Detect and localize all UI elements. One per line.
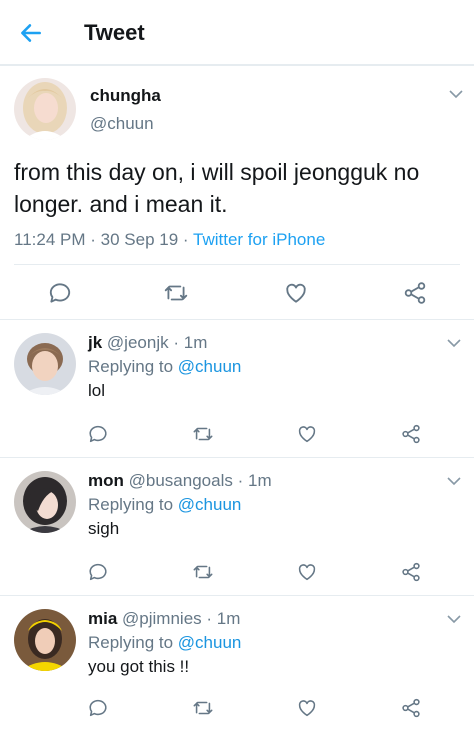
replying-to: Replying to @chuun	[88, 633, 241, 653]
avatar[interactable]	[14, 609, 76, 671]
chevron-down-icon[interactable]	[446, 475, 462, 487]
arrow-left-icon[interactable]	[18, 20, 44, 46]
retweet-icon[interactable]	[192, 423, 214, 445]
reply-icon[interactable]	[87, 561, 109, 583]
mention-link[interactable]: @chuun	[178, 495, 242, 514]
reply-tweet[interactable]: jk @jeonjk · 1m Replying to @chuun lol	[0, 321, 474, 458]
like-icon[interactable]	[296, 697, 318, 719]
share-icon[interactable]	[400, 561, 422, 583]
reply-icon[interactable]	[87, 697, 109, 719]
reply-handle[interactable]: @busangoals	[129, 471, 233, 490]
author-handle[interactable]: @chuun	[90, 114, 154, 134]
reply-handle[interactable]: @pjimnies	[122, 609, 202, 628]
tweet-actions	[0, 280, 474, 310]
reply-tweet[interactable]: mon @busangoals · 1m Replying to @chuun …	[0, 459, 474, 596]
tweet-time: 11:24 PM	[14, 230, 86, 249]
chevron-down-icon[interactable]	[448, 88, 464, 100]
retweet-icon[interactable]	[163, 280, 189, 306]
tweet-actions	[0, 423, 474, 453]
top-bar: Tweet	[0, 0, 474, 66]
share-icon[interactable]	[402, 280, 428, 306]
reply-text: lol	[88, 381, 106, 400]
tweet-actions	[0, 561, 474, 591]
replying-to: Replying to @chuun	[88, 357, 241, 377]
replying-to-label: Replying to	[88, 357, 174, 376]
tweet-text: from this day on, i will spoil jeongguk …	[14, 159, 420, 217]
tweet-date: 30 Sep 19	[100, 230, 179, 249]
chevron-down-icon[interactable]	[446, 337, 462, 349]
reply-text: sigh	[88, 519, 120, 538]
reply-time: 1m	[247, 471, 272, 490]
reply-icon[interactable]	[87, 423, 109, 445]
share-icon[interactable]	[400, 423, 422, 445]
mention-link[interactable]: @chuun	[178, 633, 242, 652]
divider	[14, 264, 460, 265]
reply-time: 1m	[183, 333, 208, 352]
reply-text: you got this !!	[88, 657, 190, 676]
reply-header: jk @jeonjk · 1m	[88, 333, 207, 353]
like-icon[interactable]	[296, 561, 318, 583]
avatar[interactable]	[14, 78, 76, 140]
reply-header: mon @busangoals · 1m	[88, 471, 272, 491]
reply-handle[interactable]: @jeonjk	[107, 333, 169, 352]
like-icon[interactable]	[296, 423, 318, 445]
replying-to-label: Replying to	[88, 495, 174, 514]
reply-name[interactable]: mon	[88, 471, 124, 490]
page-title: Tweet	[84, 20, 145, 45]
meta-dot: ·	[182, 230, 189, 249]
avatar[interactable]	[14, 333, 76, 395]
mention-link[interactable]: @chuun	[178, 357, 242, 376]
replying-to: Replying to @chuun	[88, 495, 241, 515]
meta-dot: ·	[206, 609, 213, 628]
chevron-down-icon[interactable]	[446, 613, 462, 625]
share-icon[interactable]	[400, 697, 422, 719]
reply-icon[interactable]	[47, 280, 73, 306]
retweet-icon[interactable]	[192, 697, 214, 719]
avatar[interactable]	[14, 471, 76, 533]
replying-to-label: Replying to	[88, 633, 174, 652]
author-name[interactable]: chungha	[90, 86, 161, 106]
tweet-actions	[0, 697, 474, 727]
tweet-meta: 11:24 PM · 30 Sep 19 · Twitter for iPhon…	[14, 230, 325, 250]
like-icon[interactable]	[283, 280, 309, 306]
reply-tweet[interactable]: mia @pjimnies · 1m Replying to @chuun yo…	[0, 597, 474, 735]
reply-name[interactable]: mia	[88, 609, 117, 628]
main-tweet: chungha @chuun from this day on, i will …	[0, 68, 474, 320]
reply-header: mia @pjimnies · 1m	[88, 609, 240, 629]
reply-name[interactable]: jk	[88, 333, 102, 352]
retweet-icon[interactable]	[192, 561, 214, 583]
tweet-source-link[interactable]: Twitter for iPhone	[193, 230, 325, 249]
reply-time: 1m	[216, 609, 241, 628]
meta-dot: ·	[90, 230, 96, 249]
meta-dot: ·	[237, 471, 244, 490]
meta-dot: ·	[173, 333, 180, 352]
